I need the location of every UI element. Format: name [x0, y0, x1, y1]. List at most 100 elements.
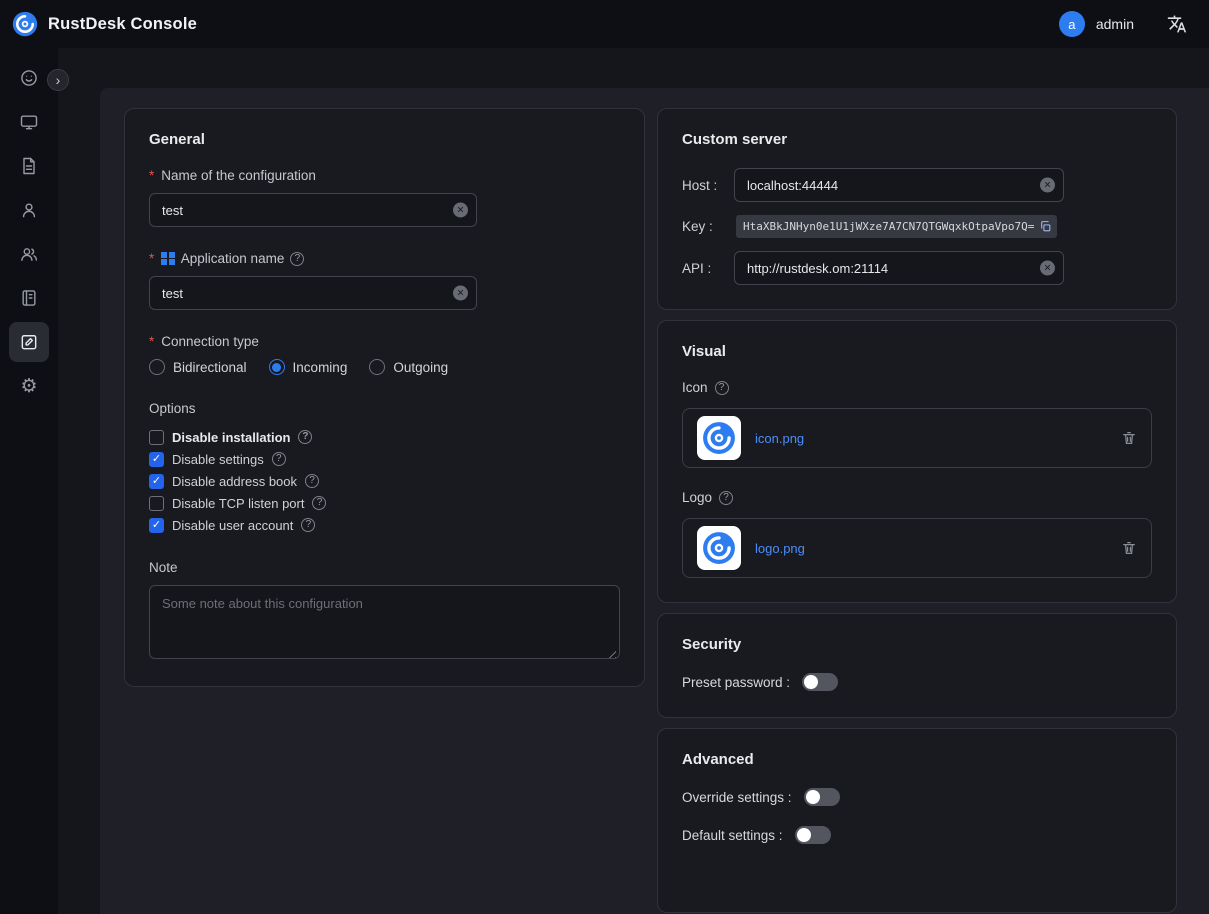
connection-type-group: Bidirectional Incoming Outgoing	[149, 359, 620, 375]
checkbox-icon	[149, 474, 164, 489]
radio-icon	[269, 359, 285, 375]
host-label: Host :	[682, 178, 734, 193]
checkbox-disable-address-book[interactable]: Disable address book	[149, 470, 620, 492]
clear-icon[interactable]	[1040, 261, 1055, 276]
advanced-title: Advanced	[682, 751, 1152, 768]
checkbox-icon	[149, 496, 164, 511]
help-icon[interactable]	[715, 381, 729, 395]
preset-password-toggle[interactable]	[802, 673, 838, 691]
language-icon[interactable]	[1167, 14, 1187, 34]
checkbox-disable-user-account[interactable]: Disable user account	[149, 514, 620, 536]
smiley-icon	[19, 68, 39, 88]
help-icon[interactable]	[312, 496, 326, 510]
trash-icon[interactable]	[1121, 540, 1137, 556]
sidebar-expand-button[interactable]: ›	[47, 69, 69, 91]
required-mark: *	[149, 334, 154, 349]
checkbox-disable-installation[interactable]: Disable installation	[149, 426, 620, 448]
advanced-card: Advanced Override settings : Default set…	[657, 728, 1177, 913]
logo-label: Logo	[682, 490, 1152, 505]
help-icon[interactable]	[301, 518, 315, 532]
help-icon[interactable]	[290, 252, 304, 266]
checkbox-disable-settings[interactable]: Disable settings	[149, 448, 620, 470]
general-title: General	[149, 131, 620, 148]
avatar[interactable]: a	[1059, 11, 1085, 37]
radio-bidirectional[interactable]: Bidirectional	[149, 359, 247, 375]
username[interactable]: admin	[1096, 16, 1134, 32]
radio-icon	[369, 359, 385, 375]
toggle-knob	[797, 828, 811, 842]
options-group: Disable installation Disable settings Di…	[149, 426, 620, 536]
preset-password-label: Preset password :	[682, 675, 790, 690]
checkbox-icon	[149, 452, 164, 467]
checkbox-disable-tcp-listen-port[interactable]: Disable TCP listen port	[149, 492, 620, 514]
document-icon	[19, 156, 39, 176]
sidebar-item-logs[interactable]	[9, 278, 49, 318]
default-settings-label: Default settings :	[682, 828, 783, 843]
host-input[interactable]	[734, 168, 1064, 202]
note-label: Note	[149, 560, 620, 575]
windows-icon	[161, 252, 175, 266]
trash-icon[interactable]	[1121, 430, 1137, 446]
icon-file-box: icon.png	[682, 408, 1152, 468]
copy-icon[interactable]	[1039, 220, 1052, 233]
help-icon[interactable]	[272, 452, 286, 466]
security-title: Security	[682, 636, 1152, 653]
app-title: RustDesk Console	[48, 15, 197, 34]
config-name-label: * Name of the configuration	[149, 168, 620, 183]
clear-icon[interactable]	[1040, 178, 1055, 193]
sidebar-item-users[interactable]	[9, 190, 49, 230]
api-input[interactable]	[734, 251, 1064, 285]
icon-label: Icon	[682, 380, 1152, 395]
icon-file-link[interactable]: icon.png	[755, 431, 804, 446]
visual-title: Visual	[682, 343, 1152, 360]
logbook-icon	[19, 288, 39, 308]
sidebar-item-configurations[interactable]	[9, 322, 49, 362]
rustdesk-logo-icon	[12, 11, 38, 37]
sidebar-item-settings[interactable]: ⚙	[9, 366, 49, 406]
toggle-knob	[806, 790, 820, 804]
logo-file-link[interactable]: logo.png	[755, 541, 805, 556]
help-icon[interactable]	[719, 491, 733, 505]
help-icon[interactable]	[298, 430, 312, 444]
clear-icon[interactable]	[453, 286, 468, 301]
override-settings-label: Override settings :	[682, 790, 792, 805]
logo-file-box: logo.png	[682, 518, 1152, 578]
sidebar: ⚙	[0, 48, 58, 914]
radio-incoming[interactable]: Incoming	[269, 359, 348, 375]
override-settings-toggle[interactable]	[804, 788, 840, 806]
radio-outgoing[interactable]: Outgoing	[369, 359, 448, 375]
options-label: Options	[149, 401, 620, 416]
icon-preview	[697, 416, 741, 460]
required-mark: *	[149, 168, 154, 183]
application-name-label: * Application name	[149, 251, 620, 266]
security-card: Security Preset password :	[657, 613, 1177, 718]
api-label: API :	[682, 261, 734, 276]
monitor-icon	[19, 112, 39, 132]
toggle-knob	[804, 675, 818, 689]
config-name-input[interactable]	[149, 193, 477, 227]
main-area: General * Name of the configuration * Ap…	[58, 48, 1209, 914]
visual-card: Visual Icon icon.png	[657, 320, 1177, 603]
sidebar-item-groups[interactable]	[9, 234, 49, 274]
sidebar-item-documents[interactable]	[9, 146, 49, 186]
custom-server-card: Custom server Host : Key : HtaXBkJNHyn0e…	[657, 108, 1177, 310]
users-icon	[19, 244, 39, 264]
logo-preview	[697, 526, 741, 570]
note-textarea[interactable]	[149, 585, 620, 659]
clear-icon[interactable]	[453, 203, 468, 218]
checkbox-icon	[149, 518, 164, 533]
server-key-chip: HtaXBkJNHyn0e1U1jWXze7A7CN7QTGWqxkOtpaVp…	[736, 215, 1057, 238]
required-mark: *	[149, 251, 154, 266]
sidebar-item-status[interactable]	[9, 58, 49, 98]
general-card: General * Name of the configuration * Ap…	[124, 108, 645, 687]
application-name-input[interactable]	[149, 276, 477, 310]
sidebar-item-devices[interactable]	[9, 102, 49, 142]
content-panel: General * Name of the configuration * Ap…	[100, 88, 1209, 914]
server-key-value: HtaXBkJNHyn0e1U1jWXze7A7CN7QTGWqxkOtpaVp…	[743, 220, 1034, 233]
default-settings-toggle[interactable]	[795, 826, 831, 844]
radio-icon	[149, 359, 165, 375]
connection-type-label: * Connection type	[149, 334, 620, 349]
help-icon[interactable]	[305, 474, 319, 488]
key-label: Key :	[682, 219, 734, 234]
edit-icon	[19, 332, 39, 352]
